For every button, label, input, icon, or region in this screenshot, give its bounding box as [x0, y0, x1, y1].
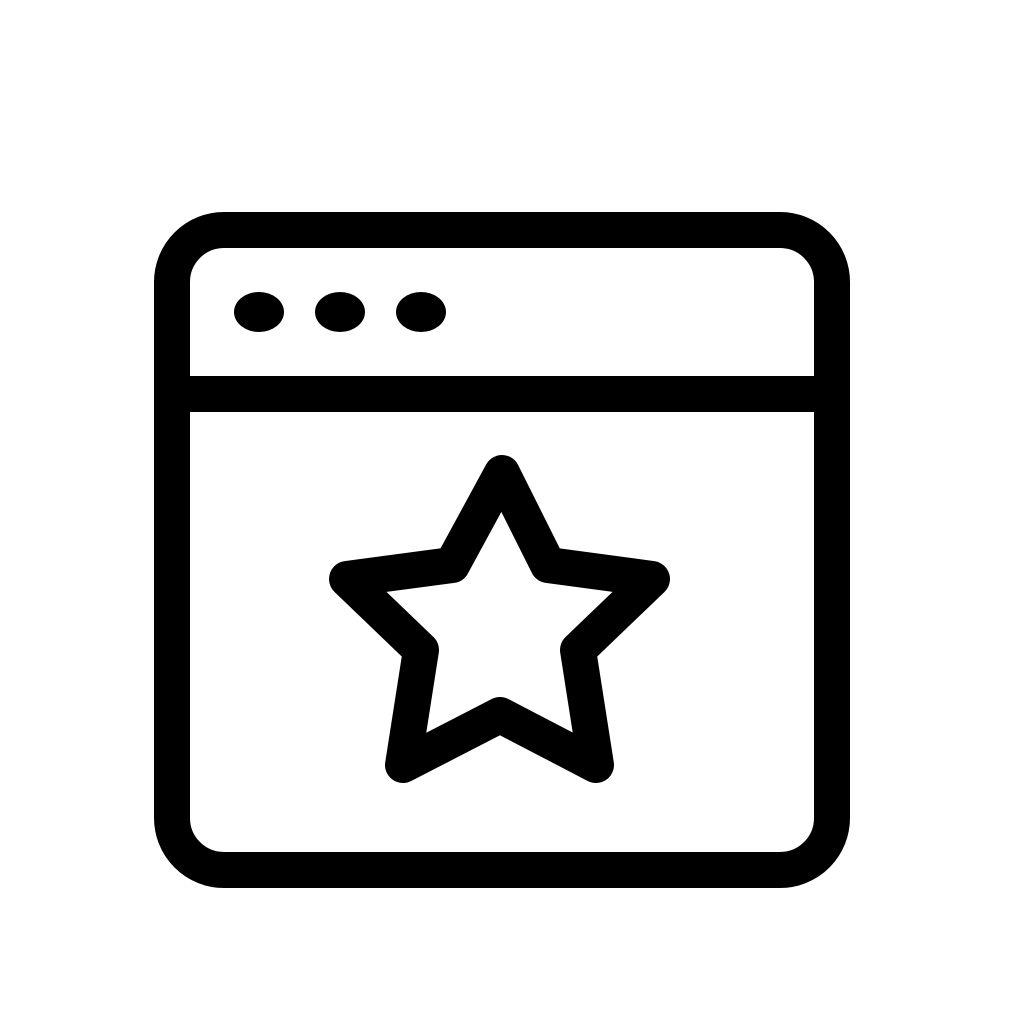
window-dot-2	[315, 292, 365, 332]
window-dot-3	[396, 292, 446, 332]
browser-window-star-icon	[154, 212, 850, 888]
window-dot-1	[234, 292, 284, 332]
icon-canvas	[0, 0, 1025, 1025]
star-icon	[329, 455, 670, 783]
